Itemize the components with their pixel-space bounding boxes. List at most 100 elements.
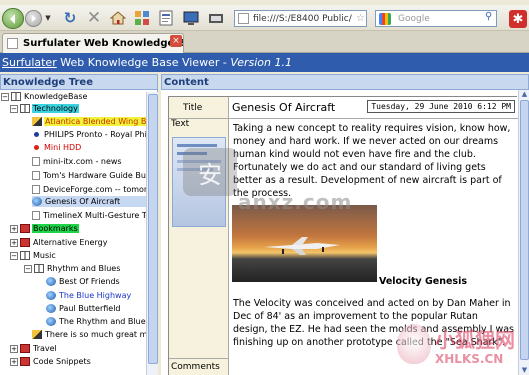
tree-item-label: KnowledgeBase [24,92,88,101]
page-icon [32,211,40,220]
aircraft-silhouette-icon [264,237,340,255]
app-name-link[interactable]: Surfulater [2,56,57,69]
tree-item-knowledgebase[interactable]: − KnowledgeBase [1,91,88,102]
navigation-toolbar: ▼ ↻ ✕ file:///S:/E8400 Public/ ☆ Google … [0,5,529,31]
tab-surfulater[interactable]: Surfulater Web Knowledge Base Vie... [2,33,184,53]
tree-item-alternative-energy[interactable]: + Alternative Energy [10,237,108,248]
grid-icon [135,11,149,25]
collapse-toggle[interactable]: − [10,104,18,113]
globe-icon [46,277,56,286]
search-magnifier-icon[interactable]: ⚲ [485,11,492,22]
title-label: Title [169,97,229,119]
forward-arrow-icon [31,14,37,23]
tree-item-rhythm-blues-m[interactable]: The Rhythm and Blues M [46,316,157,327]
collapse-toggle[interactable]: − [1,92,9,101]
tree-item-genesis-of-aircraft[interactable]: Genesis Of Aircraft [32,196,146,207]
corner-watermark-title: 小狐狸网 [435,328,515,352]
tree-item-travel[interactable]: + Travel [10,343,58,354]
app-version: Version 1.1 [230,56,292,69]
tree-item-label: Genesis Of Aircraft [45,197,121,206]
bullet-icon [34,145,39,150]
bullet-icon [34,132,39,137]
globe-icon [46,317,56,326]
toolbar-button-2[interactable] [156,7,176,29]
tree-item-rhythm-and-blues[interactable]: − Rhythm and Blues [24,263,121,274]
toolbar-button-3[interactable] [181,7,201,29]
tree-item-label: Paul Butterfield [59,304,121,313]
book-icon [20,224,30,233]
tree-item-label: Code Snippets [33,357,91,366]
tab-strip: Surfulater Web Knowledge Base Vie... × [0,31,529,53]
tree-item-label: Music [33,251,56,260]
tree-item-mini-hdd[interactable]: Mini HDD [32,142,82,153]
tree-scrollbar[interactable] [146,92,158,375]
tree-item-timelinex[interactable]: TimelineX Multi-Gesture Tour [32,210,158,221]
expand-toggle[interactable]: + [10,238,18,247]
tree-item-label: Technology [32,104,79,113]
collapse-toggle[interactable]: − [10,251,18,260]
screen-icon [183,11,199,25]
fox-logo-icon [397,324,431,364]
watermark-badge-icon: 安 [183,148,237,196]
search-input[interactable]: Google [375,10,497,27]
tree-item-label: Tom's Hardware Guide Busi [43,171,153,180]
globe-icon [32,197,42,206]
knowledge-tree: − KnowledgeBase − Technology Atlantica B… [0,90,158,375]
tree-item-label: mini-itx.com - news [43,157,122,166]
toolbar-button-4[interactable] [206,7,226,29]
tree-item-best-of-friends[interactable]: Best Of Friends [46,276,121,287]
tree-scrollbar-thumb[interactable] [148,94,158,364]
new-tab-button[interactable] [187,34,201,50]
tab-favicon-icon [7,38,18,49]
tree-item-label: There is so much great musi [45,330,158,339]
date-stamp: Tuesday, 29 June 2010 6:12 PM [367,100,515,113]
tree-item-technology[interactable]: − Technology [10,103,79,114]
book-icon [20,251,30,260]
tree-item-label: Mini HDD [44,143,82,152]
tree-item-label: Atlantica Blended Wing Body [44,117,157,126]
tree-item-deviceforge[interactable]: DeviceForge.com -- tomorro [32,184,156,195]
tree-item-toms-hardware[interactable]: Tom's Hardware Guide Busi [32,170,153,181]
tree-item-paul-butterfield[interactable]: Paul Butterfield [46,303,122,314]
tree-item-label: Alternative Energy [33,238,108,247]
page-icon [32,157,40,166]
tree-item-atlantica[interactable]: Atlantica Blended Wing Body [32,116,157,127]
tree-item-label: Travel [33,344,57,353]
app-header: Surfulater Web Knowledge Base Viewer - V… [0,53,529,72]
tree-item-music[interactable]: − Music [10,250,57,261]
tree-item-mini-itx[interactable]: mini-itx.com - news [32,156,123,167]
knowledge-tree-header: Knowledge Tree [0,74,158,90]
tree-item-blue-highway[interactable]: The Blue Highway [46,290,132,301]
tree-item-philips-pronto[interactable]: PHILIPS Pronto - Royal Philips [32,129,158,140]
bookmark-star-icon[interactable]: ☆ [356,13,365,24]
forward-button[interactable] [25,10,42,27]
toolbar-button-1[interactable] [132,7,152,29]
expand-toggle[interactable]: + [10,224,18,233]
home-button[interactable] [108,7,128,29]
stop-button[interactable]: ✕ [84,7,104,29]
tree-item-code-snippets[interactable]: + Code Snippets [10,356,92,367]
pen-icon [32,117,42,126]
back-button[interactable] [2,8,24,29]
tab-close-button[interactable]: × [170,35,182,47]
book-icon [11,92,21,101]
tree-item-so-much-great-music[interactable]: There is so much great musi [32,329,158,340]
image-caption: Velocity Genesis [379,276,468,287]
aircraft-photo [232,205,377,282]
expand-toggle[interactable]: + [10,344,18,353]
tab-title: Surfulater Web Knowledge Base Vie... [23,38,183,49]
tree-item-label: TimelineX Multi-Gesture Tour [43,211,158,220]
addon-button[interactable]: ✱ [509,10,527,28]
history-dropdown-button[interactable]: ▼ [43,7,53,29]
tree-item-label: PHILIPS Pronto - Royal Philips [44,130,158,139]
tree-item-bookmarks[interactable]: + Bookmarks [10,223,79,234]
back-arrow-icon [10,13,15,24]
title-value[interactable]: Genesis Of Aircraft [232,101,335,114]
scroll-up-arrow-icon[interactable]: ▲ [519,90,529,99]
expand-toggle[interactable]: + [10,357,18,366]
page-favicon-icon [238,13,249,24]
reload-button[interactable]: ↻ [60,7,80,29]
collapse-toggle[interactable]: − [24,264,32,273]
tree-item-label: Rhythm and Blues [47,264,121,273]
url-field[interactable]: file:///S:/E8400 Public/ [234,10,367,27]
